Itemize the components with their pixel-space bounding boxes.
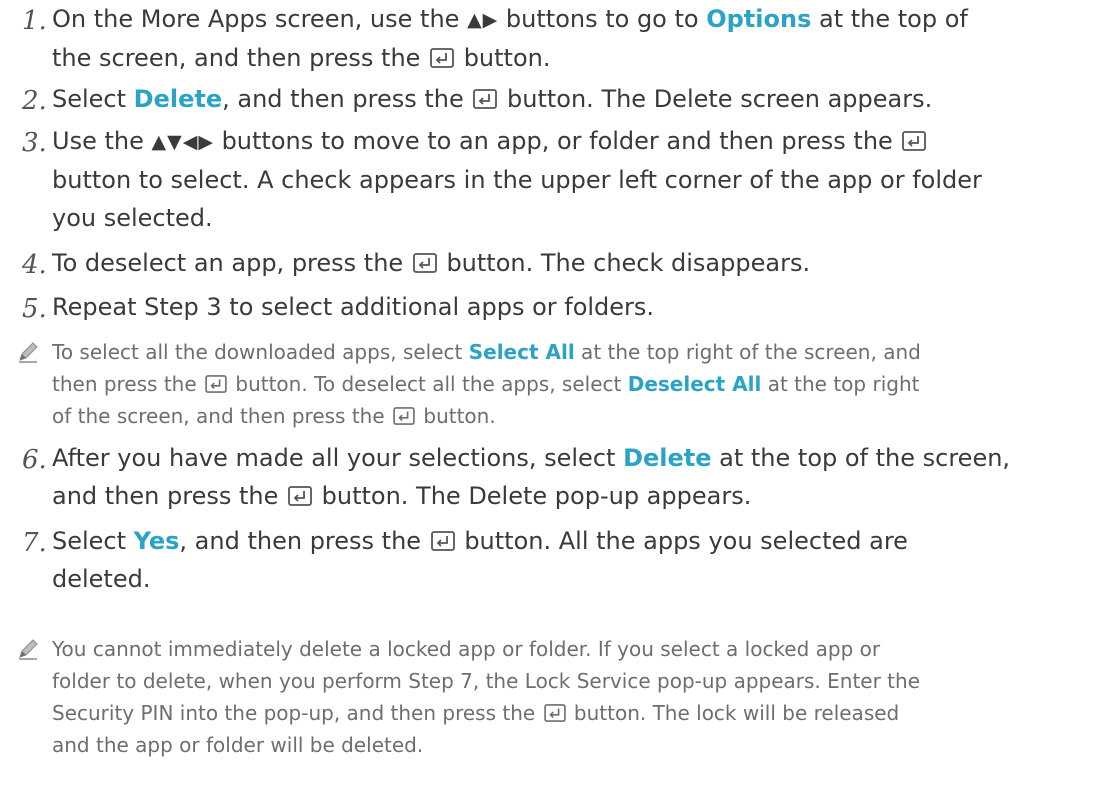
enter-button-icon <box>430 531 455 551</box>
select-all-label: Select All <box>468 340 575 364</box>
enter-button-icon <box>205 375 227 393</box>
step-number: 5. <box>22 294 47 324</box>
step-number: 7. <box>22 528 47 558</box>
arrow-buttons-icon: ▲▼◀▶ <box>151 131 214 153</box>
delete-menu-label: Delete <box>623 444 712 472</box>
enter-button-icon <box>393 407 415 425</box>
arrow-buttons-icon: ▲▶ <box>467 9 499 31</box>
options-menu-label: Options <box>706 5 812 33</box>
delete-menu-label: Delete <box>133 85 223 113</box>
step-text: Select Delete, and then press the button… <box>52 85 933 113</box>
yes-option-label: Yes <box>133 527 180 555</box>
enter-button-icon <box>288 486 312 506</box>
step-text: To deselect an app, press the button. Th… <box>52 249 811 277</box>
note-text: You cannot immediately delete a locked a… <box>52 637 921 757</box>
enter-button-icon <box>412 253 437 273</box>
enter-button-icon <box>902 131 927 151</box>
step-text: Use the ▲▼◀▶ buttons to move to an app, … <box>52 127 982 232</box>
enter-button-icon <box>543 704 566 722</box>
step-number: 4. <box>22 250 47 280</box>
pencil-note-icon <box>16 340 40 364</box>
step-text: On the More Apps screen, use the ▲▶ butt… <box>52 5 968 72</box>
pencil-note-icon <box>16 637 40 661</box>
step-number: 6. <box>22 445 47 475</box>
step-number: 2. <box>22 86 47 116</box>
step-text: Select Yes, and then press the button. A… <box>52 527 908 593</box>
step-text: After you have made all your selections,… <box>52 444 1011 510</box>
note-text: To select all the downloaded apps, selec… <box>52 340 921 428</box>
deselect-all-label: Deselect All <box>627 372 762 396</box>
step-number: 1. <box>22 6 47 36</box>
enter-button-icon <box>430 48 454 68</box>
enter-button-icon <box>473 89 498 109</box>
step-number: 3. <box>22 128 47 158</box>
step-text: Repeat Step 3 to select additional apps … <box>52 293 655 321</box>
